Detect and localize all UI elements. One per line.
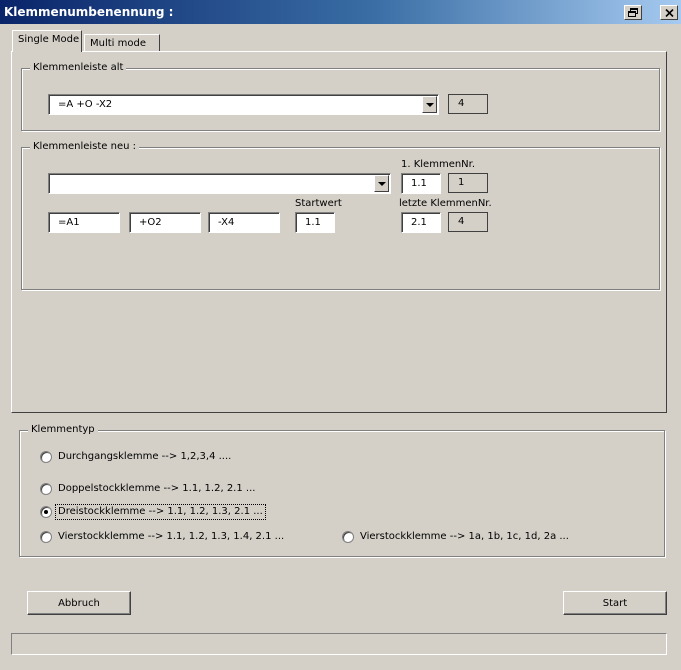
- radio-button-selected[interactable]: [40, 506, 52, 518]
- first-terminal-input[interactable]: 1.1: [401, 173, 441, 194]
- last-terminal-label: letzte KlemmenNr.: [399, 198, 492, 209]
- first-terminal-label: 1. KlemmenNr.: [401, 159, 476, 170]
- radio-label: Vierstockklemme --> 1a, 1b, 1c, 1d, 2a .…: [360, 531, 569, 542]
- status-bar: [11, 633, 667, 655]
- radio-dreistockklemme[interactable]: Dreistockklemme --> 1.1, 1.2, 1.3, 2.1 .…: [40, 504, 266, 520]
- dialog-window: Klemmenumbenennung : Single Mode Multi m…: [0, 0, 681, 670]
- device-prefix-input[interactable]: =A1: [48, 212, 120, 233]
- single-mode-panel: Klemmenleiste alt =A +O -X2 4 Klemmenlei…: [11, 51, 667, 413]
- chevron-down-icon[interactable]: [374, 175, 389, 192]
- window-title: Klemmenumbenennung :: [4, 5, 174, 19]
- group-title-neu: Klemmenleiste neu :: [30, 141, 140, 153]
- last-terminal-readonly: 4: [448, 212, 488, 232]
- start-button[interactable]: Start: [563, 591, 667, 615]
- location-prefix-input[interactable]: +O2: [129, 212, 201, 233]
- terminal-strip-input[interactable]: -X4: [208, 212, 280, 233]
- old-terminal-value: =A +O -X2: [58, 99, 113, 110]
- group-klemmenleiste-neu: Klemmenleiste neu : 1. KlemmenNr. 1.1 1 …: [21, 141, 660, 290]
- new-terminal-combobox[interactable]: [48, 173, 391, 194]
- radio-button[interactable]: [342, 531, 354, 543]
- tab-single-mode[interactable]: Single Mode: [12, 30, 82, 52]
- start-value-label: Startwert: [295, 198, 342, 209]
- radio-label: Durchgangsklemme --> 1,2,3,4 ....: [58, 451, 232, 462]
- old-terminal-count: 4: [448, 94, 488, 114]
- radio-durchgangsklemme[interactable]: Durchgangsklemme --> 1,2,3,4 ....: [40, 449, 233, 465]
- cancel-button[interactable]: Abbruch: [27, 591, 131, 615]
- first-terminal-readonly: 1: [448, 173, 488, 193]
- radio-label: Dreistockklemme --> 1.1, 1.2, 1.3, 2.1 .…: [55, 504, 266, 520]
- title-bar: Klemmenumbenennung :: [0, 0, 681, 24]
- radio-label: Vierstockklemme --> 1.1, 1.2, 1.3, 1.4, …: [58, 531, 285, 542]
- restore-icon: [628, 8, 638, 17]
- radio-button[interactable]: [40, 531, 52, 543]
- close-button[interactable]: [660, 5, 678, 20]
- old-terminal-combobox[interactable]: =A +O -X2: [48, 94, 439, 115]
- tab-multi-mode[interactable]: Multi mode: [84, 34, 160, 52]
- last-terminal-input[interactable]: 2.1: [401, 212, 441, 233]
- radio-doppelstockklemme[interactable]: Doppelstockklemme --> 1.1, 1.2, 2.1 ...: [40, 481, 257, 497]
- group-title-alt: Klemmenleiste alt: [30, 62, 127, 74]
- group-klemmenleiste-alt: Klemmenleiste alt =A +O -X2 4: [21, 62, 660, 131]
- start-value-input[interactable]: 1.1: [295, 212, 335, 233]
- chevron-down-icon[interactable]: [422, 96, 437, 113]
- radio-label: Doppelstockklemme --> 1.1, 1.2, 2.1 ...: [58, 483, 256, 494]
- radio-button[interactable]: [40, 483, 52, 495]
- close-icon: [664, 8, 674, 17]
- radio-vierstockklemme-alpha[interactable]: Vierstockklemme --> 1a, 1b, 1c, 1d, 2a .…: [342, 529, 571, 545]
- restore-button[interactable]: [624, 5, 642, 20]
- group-klemmentyp: Klemmentyp Durchgangsklemme --> 1,2,3,4 …: [19, 424, 665, 557]
- radio-button[interactable]: [40, 451, 52, 463]
- group-title-typ: Klemmentyp: [28, 424, 98, 436]
- radio-vierstockklemme-numeric[interactable]: Vierstockklemme --> 1.1, 1.2, 1.3, 1.4, …: [40, 529, 286, 545]
